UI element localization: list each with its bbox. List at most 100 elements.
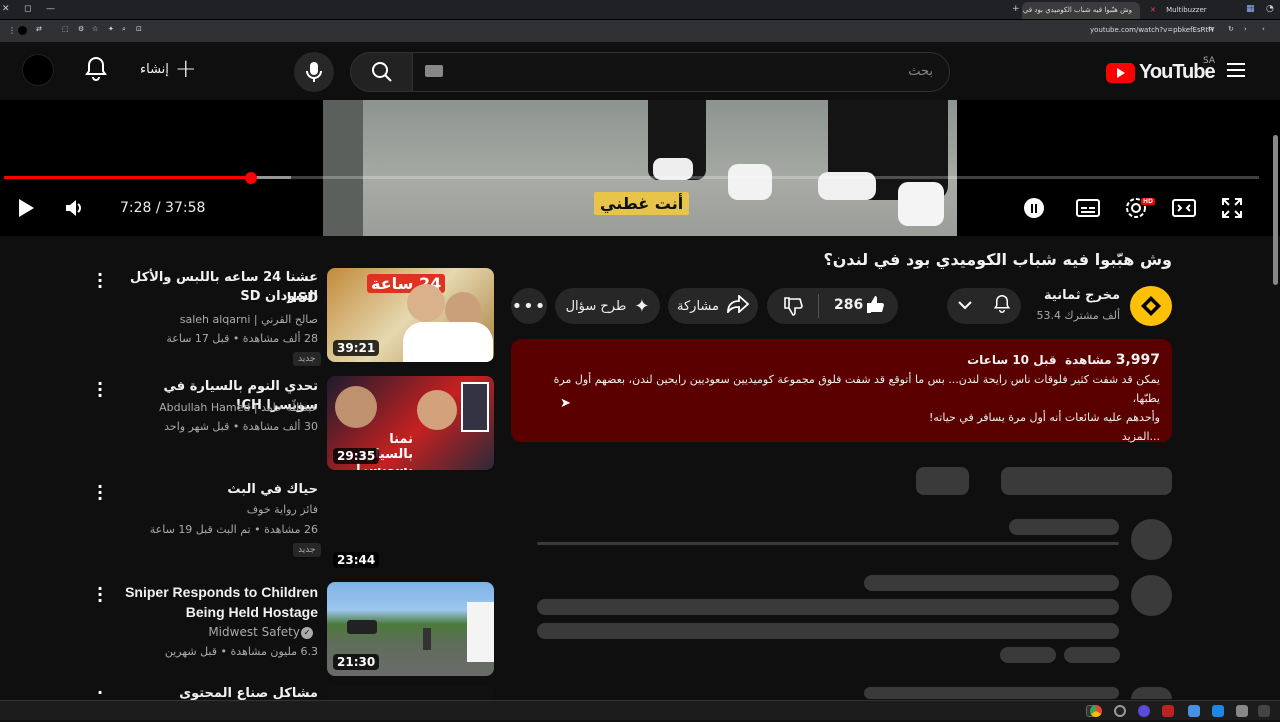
share-label: مشاركة xyxy=(677,298,719,314)
notifications-bell-icon[interactable] xyxy=(84,56,108,86)
video-duration: 29:35 xyxy=(333,448,380,464)
obs-icon[interactable] xyxy=(1114,705,1126,717)
plus-icon: + xyxy=(174,54,197,84)
thumbnail-face xyxy=(407,284,445,322)
skeleton-block xyxy=(864,687,1119,699)
volume-icon[interactable] xyxy=(64,198,86,222)
youtube-logo[interactable]: YouTube xyxy=(1106,61,1216,84)
youtube-header: إنشاء + بحث YouTube SA xyxy=(0,42,1280,100)
browser-icon[interactable] xyxy=(1138,705,1150,717)
description-stats: 3,997 مشاهدة قبل 10 ساعات xyxy=(523,351,1160,370)
app-icon[interactable] xyxy=(1236,705,1248,717)
video-shoe xyxy=(898,182,944,226)
progress-scrubber[interactable] xyxy=(245,172,257,184)
ask-label: طرح سؤال xyxy=(565,298,627,314)
rec-channel-name[interactable]: فائز رواية خوف xyxy=(118,500,318,519)
skeleton-block xyxy=(1009,519,1119,535)
url-text[interactable]: youtube.com/watch?v=pbkefEsRtIY xyxy=(1090,26,1215,34)
tab-multibuzzer[interactable]: ✕ Multibuzzer xyxy=(1142,2,1232,19)
profile-icon[interactable]: ◔ xyxy=(1266,4,1274,14)
tab-switch-icon[interactable]: ⇆ xyxy=(1208,25,1214,33)
thumbnail-person xyxy=(423,628,431,650)
rec-video-title[interactable]: Sniper Responds to Children xyxy=(118,582,318,602)
keyboard-icon[interactable] xyxy=(425,65,443,77)
avatar-icon[interactable] xyxy=(18,26,27,35)
channel-avatar[interactable] xyxy=(1130,286,1172,326)
minimize-window-icon[interactable]: — xyxy=(46,4,55,14)
app-icon[interactable] xyxy=(1212,705,1224,717)
video-player[interactable]: أنت غطني 7:28 / 37:58 HD xyxy=(0,100,1280,236)
account-avatar[interactable] xyxy=(22,54,54,86)
fullscreen-icon[interactable] xyxy=(1222,198,1242,222)
more-vertical-icon[interactable]: · · · xyxy=(96,267,104,295)
menu-icon[interactable]: ⋮ xyxy=(8,26,16,35)
theater-mode-icon[interactable] xyxy=(1172,198,1196,222)
reload-icon[interactable]: ↻ xyxy=(1228,25,1234,33)
chevron-down-icon xyxy=(957,299,972,314)
rec-video-title[interactable]: حياك في البث xyxy=(118,480,318,499)
new-badge: جديد xyxy=(293,543,321,557)
tab-close-icon[interactable]: ✕ xyxy=(1150,6,1156,14)
more-vertical-icon[interactable]: · xyxy=(96,685,104,701)
rec-video-meta: 26 مشاهدة • تم البث قبل 19 ساعة xyxy=(149,523,318,536)
show-more-link[interactable]: ...المزيد xyxy=(523,427,1160,446)
skeleton-avatar xyxy=(1131,519,1172,560)
more-vertical-icon[interactable]: · · · xyxy=(96,581,104,609)
channel-name[interactable]: مخرج ثمانية xyxy=(1044,288,1120,303)
voice-search-button[interactable] xyxy=(294,52,334,92)
like-icon[interactable] xyxy=(865,295,885,319)
autoplay-toggle[interactable] xyxy=(1024,198,1044,218)
video-thumbnail[interactable]: نمنا بالسيارة بسويسرا 29:35 xyxy=(327,376,494,470)
captions-icon[interactable] xyxy=(1076,198,1100,222)
app-icon[interactable] xyxy=(1188,705,1200,717)
skeleton-avatar xyxy=(1131,575,1172,616)
hd-badge: HD xyxy=(1141,198,1156,205)
bookmark-star-icon[interactable]: ☆ xyxy=(92,25,98,33)
search-icon xyxy=(371,62,392,82)
page-scrollbar[interactable] xyxy=(1273,135,1278,285)
video-thumbnail[interactable]: 24 ساعة 39:21 xyxy=(327,268,494,362)
description-box[interactable]: 3,997 مشاهدة قبل 10 ساعات يمكن قد شفت كث… xyxy=(511,339,1172,443)
translate-icon[interactable]: ⚙ xyxy=(78,25,84,33)
tab-active-video[interactable]: وش هبّبوا فيه شباب الكوميدي بود في لندن؟ xyxy=(1022,2,1140,19)
country-code: SA xyxy=(1203,56,1216,66)
rec-video-title[interactable]: SD!! xyxy=(118,289,318,308)
more-vertical-icon[interactable]: · · · xyxy=(96,479,104,507)
share-button[interactable]: مشاركة xyxy=(668,288,758,324)
app-icon[interactable] xyxy=(1258,705,1270,717)
rec-video-title[interactable]: Being Held Hostage xyxy=(118,602,318,622)
create-label: إنشاء xyxy=(140,61,169,77)
rec-video-meta: 28 ألف مشاهدة • قبل 17 ساعة xyxy=(166,332,318,345)
thumbnail-clothes xyxy=(403,322,493,362)
ask-question-button[interactable]: طرح سؤال ✦ xyxy=(555,288,660,324)
create-button[interactable]: إنشاء + xyxy=(140,54,197,84)
back-icon[interactable]: ‹ xyxy=(1262,25,1265,33)
extensions-icon[interactable]: ▦ xyxy=(1246,4,1255,14)
new-tab-icon[interactable]: + xyxy=(1012,4,1020,14)
rec-channel-name[interactable]: صالح القرني | saleh alqarni xyxy=(118,310,318,329)
more-vertical-icon[interactable]: · · · xyxy=(96,376,104,404)
extension-icon[interactable]: ⬚ xyxy=(62,25,69,33)
rec-channel-name[interactable]: عبداللّه حامد | Abdullah Hamed xyxy=(118,398,318,417)
hamburger-menu-icon[interactable] xyxy=(1226,62,1246,82)
video-title: وش هبّبوا فيه شباب الكوميدي بود في لندن؟ xyxy=(823,250,1172,269)
search-button[interactable] xyxy=(350,52,413,92)
maximize-window-icon[interactable]: ◻ xyxy=(24,4,31,14)
video-thumbnail[interactable]: 23:44 xyxy=(327,480,494,574)
video-thumbnail[interactable] xyxy=(327,686,494,700)
video-thumbnail[interactable]: 21:30 xyxy=(327,582,494,676)
play-icon[interactable] xyxy=(16,198,36,222)
close-window-icon[interactable]: ✕ xyxy=(2,4,10,14)
app-icon[interactable] xyxy=(1162,705,1174,717)
forward-icon[interactable]: › xyxy=(1244,25,1247,33)
subscribe-bell-button[interactable] xyxy=(947,288,1021,324)
share-icon[interactable]: ✦ xyxy=(108,25,114,33)
install-icon[interactable]: ⊡ xyxy=(136,25,142,33)
reader-icon[interactable]: ⇄ xyxy=(36,25,42,33)
more-actions-button[interactable]: ••• xyxy=(511,288,547,324)
chrome-icon[interactable] xyxy=(1090,705,1102,717)
rec-channel-name[interactable]: Midwest Safety xyxy=(100,623,300,642)
search-input[interactable]: بحث xyxy=(412,52,950,92)
search-icon[interactable]: ⌕ xyxy=(122,25,126,34)
dislike-icon[interactable] xyxy=(783,296,803,320)
